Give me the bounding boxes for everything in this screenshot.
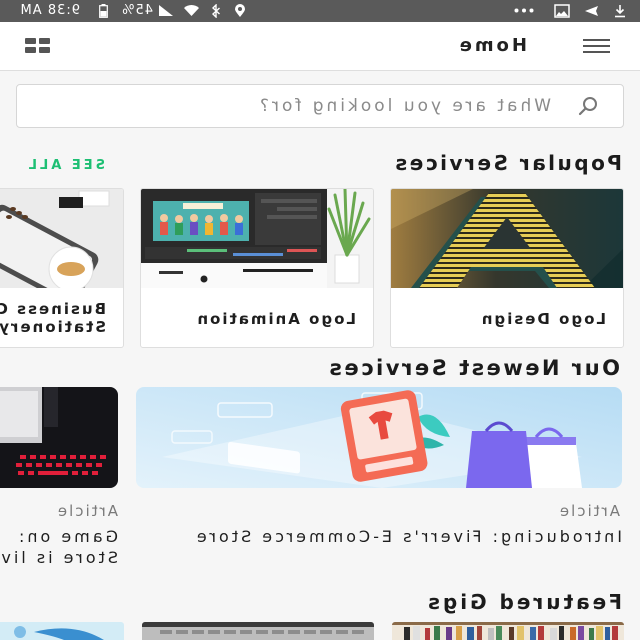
article-title-line-1[interactable]: Game on: [0,528,118,546]
page-title: Home [456,35,527,56]
gallery-icon [554,4,570,18]
top-app-bar: Home [0,22,640,71]
gaming-setup-image[interactable] [0,387,118,488]
download-icon [615,5,625,18]
newest-services-title: Our Newest Services [326,356,620,380]
battery-icon [99,4,108,18]
service-card-label-line-2: Stationery [0,318,106,336]
hamburger-menu-icon[interactable] [583,39,610,53]
featured-gigs-title: Featured Gigs [425,590,622,614]
search-icon[interactable] [578,96,598,116]
service-card-business-cards[interactable]: Business C Stationery [0,188,124,348]
ecommerce-illustration[interactable] [136,387,622,488]
search-input[interactable] [31,93,551,119]
bookshelf-image[interactable] [392,622,624,640]
business-cards-image [0,189,123,288]
signal-icon [159,5,173,16]
app-screen: 45% 9:38 AM Home Popular Services SEE AL… [0,0,640,640]
service-card-label: Logo Animation [195,310,356,328]
more-icon [514,8,534,13]
article-title[interactable]: Introducing: Fiverr's E-Commerce Store [136,528,622,546]
popular-services-title: Popular Services [392,151,622,175]
article-title-line-2[interactable]: Store is liv [0,549,118,567]
laptop-image[interactable] [142,622,374,640]
battery-percent: 45% [121,3,153,18]
search-bar[interactable] [16,84,624,128]
service-card-logo-design[interactable]: Logo Design [390,188,624,348]
see-all-link[interactable]: SEE ALL [26,158,105,174]
grid-view-icon[interactable] [25,38,50,53]
blue-graphic-image[interactable] [0,622,124,640]
status-time: 9:38 AM [19,3,80,18]
article-tag: Article [557,502,620,520]
logo-animation-image [141,189,373,288]
status-bar: 45% 9:38 AM [0,0,640,22]
service-card-logo-animation[interactable]: Logo Animation [140,188,374,348]
send-icon [585,6,598,16]
bluetooth-icon [211,4,220,18]
wifi-icon [184,5,199,16]
location-icon [235,4,245,17]
article-tag: Article [55,502,118,520]
logo-design-image [391,189,623,288]
service-card-label: Logo Design [479,310,606,328]
service-card-label-line-1: Business C [0,300,106,318]
